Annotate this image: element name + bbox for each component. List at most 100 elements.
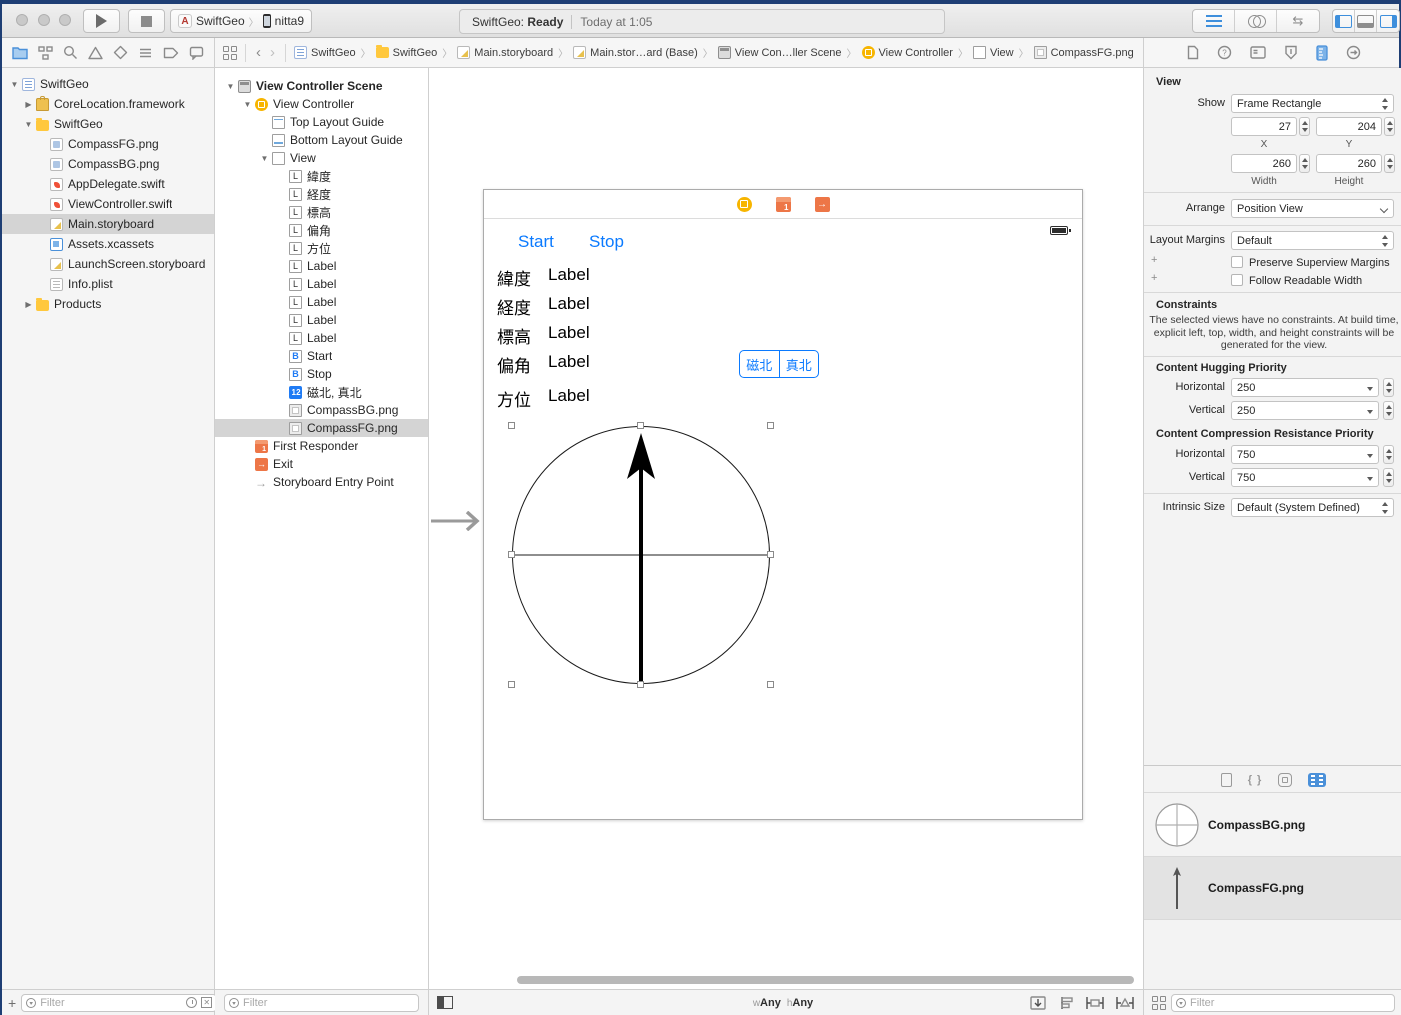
true-north-segment[interactable]: 真北 <box>780 351 819 377</box>
outline-row-label[interactable]: Label <box>215 329 428 347</box>
hugging-horizontal-stepper[interactable] <box>1383 378 1394 397</box>
outline-row-image-view-selected[interactable]: CompassFG.png <box>215 419 428 437</box>
media-library-tab[interactable] <box>1308 773 1326 787</box>
first-responder-icon[interactable] <box>776 197 791 212</box>
add-constraints-icon[interactable] <box>1085 995 1105 1011</box>
outline-row-top-layout-guide[interactable]: Top Layout Guide <box>215 113 428 131</box>
library-filter-field[interactable] <box>1171 994 1395 1012</box>
media-library-item[interactable]: CompassBG.png <box>1144 794 1401 857</box>
outline-row-view-controller[interactable]: View Controller <box>215 95 428 113</box>
breadcrumb-group[interactable]: SwiftGeo <box>376 47 438 59</box>
recent-files-icon[interactable] <box>186 997 197 1008</box>
navigator-row-file[interactable]: CompassBG.png <box>2 154 214 174</box>
storyboard-entry-point-arrow[interactable] <box>431 511 485 531</box>
stop-button[interactable] <box>128 9 165 33</box>
library-filter-input[interactable] <box>1190 997 1390 1009</box>
add-button[interactable]: + <box>8 995 16 1011</box>
navigator-row-file[interactable]: LaunchScreen.storyboard <box>2 254 214 274</box>
resize-handle-top-right[interactable] <box>767 422 774 429</box>
outline-filter-field[interactable] <box>224 994 419 1012</box>
add-constraint-plus[interactable]: + <box>1151 254 1157 266</box>
horizontal-scrollbar[interactable] <box>517 976 1134 984</box>
run-button[interactable] <box>83 9 120 33</box>
root-view[interactable]: Start Stop 緯度 Label 経度 Label 標高 Label 偏角… <box>484 219 1082 819</box>
size-inspector-tab[interactable] <box>1316 45 1328 61</box>
outline-row-segmented-control[interactable]: 磁北, 真北 <box>215 383 428 401</box>
heading-value-label[interactable]: Label <box>548 386 590 406</box>
outline-row-label[interactable]: Label <box>215 275 428 293</box>
outline-row-label[interactable]: Label <box>215 311 428 329</box>
altitude-caption-label[interactable]: 標高 <box>497 323 531 348</box>
connections-inspector-tab[interactable] <box>1346 45 1361 60</box>
outline-row-label[interactable]: 経度 <box>215 185 428 203</box>
resize-handle-top-left[interactable] <box>508 422 515 429</box>
test-navigator-icon[interactable] <box>113 45 128 60</box>
outline-row-entry-point[interactable]: Storyboard Entry Point <box>215 473 428 491</box>
canvas-start-button[interactable]: Start <box>518 232 554 252</box>
hugging-vertical-stepper[interactable] <box>1383 401 1394 420</box>
attributes-inspector-tab[interactable] <box>1284 45 1298 60</box>
view-controller-frame[interactable]: Start Stop 緯度 Label 経度 Label 標高 Label 偏角… <box>483 189 1083 820</box>
disclosure-triangle[interactable] <box>240 100 255 109</box>
longitude-value-label[interactable]: Label <box>548 294 590 314</box>
outline-row-label[interactable]: 方位 <box>215 239 428 257</box>
outline-row-scene[interactable]: View Controller Scene <box>215 77 428 95</box>
declination-caption-label[interactable]: 偏角 <box>497 352 531 377</box>
intrinsic-size-popup[interactable]: Default (System Defined) <box>1231 498 1394 517</box>
layout-margins-popup[interactable]: Default <box>1231 231 1394 250</box>
outline-row-label[interactable]: 標高 <box>215 203 428 221</box>
breadcrumb-image-view[interactable]: CompassFG.png <box>1034 46 1134 59</box>
navigator-row-file[interactable]: CompassFG.png <box>2 134 214 154</box>
navigator-row-file[interactable]: ViewController.swift <box>2 194 214 214</box>
code-snippet-library-tab[interactable]: { } <box>1248 774 1263 786</box>
disclosure-triangle[interactable] <box>21 120 36 129</box>
resolve-auto-layout-icon[interactable] <box>1115 995 1135 1011</box>
x-field[interactable]: 27 <box>1231 117 1297 136</box>
breadcrumb-storyboard[interactable]: Main.storyboard <box>457 46 553 59</box>
library-grid-view-icon[interactable] <box>1152 996 1166 1010</box>
navigator-filter-input[interactable] <box>40 997 182 1009</box>
compression-horizontal-combo[interactable]: 750 <box>1231 445 1379 464</box>
go-back-button[interactable]: ‹ <box>254 45 263 60</box>
related-items-icon[interactable] <box>223 46 237 60</box>
navigator-row-project[interactable]: SwiftGeo <box>2 74 214 94</box>
file-template-library-tab[interactable] <box>1221 773 1232 787</box>
storyboard-canvas[interactable]: Start Stop 緯度 Label 経度 Label 標高 Label 偏角… <box>429 68 1143 989</box>
debug-navigator-icon[interactable] <box>138 46 153 60</box>
navigator-row-framework[interactable]: CoreLocation.framework <box>2 94 214 114</box>
toggle-debug-area-button[interactable] <box>1355 10 1377 32</box>
resize-handle-bottom-left[interactable] <box>508 681 515 688</box>
altitude-value-label[interactable]: Label <box>548 323 590 343</box>
resize-handle-bottom-right[interactable] <box>767 681 774 688</box>
resize-handle-top[interactable] <box>637 422 644 429</box>
exit-icon[interactable] <box>815 197 830 212</box>
symbol-navigator-icon[interactable] <box>38 46 53 60</box>
object-library-tab[interactable] <box>1278 773 1292 787</box>
magnetic-north-segment[interactable]: 磁北 <box>740 351 780 377</box>
breadcrumb-storyboard-base[interactable]: Main.stor…ard (Base) <box>573 46 698 59</box>
outline-row-label[interactable]: 緯度 <box>215 167 428 185</box>
version-editor-button[interactable]: ⇆ <box>1277 10 1319 32</box>
breadcrumb-view[interactable]: View <box>973 46 1014 59</box>
canvas-stop-button[interactable]: Stop <box>589 232 624 252</box>
disclosure-triangle[interactable] <box>223 82 238 91</box>
scheme-selector[interactable]: A SwiftGeo 〉 nitta9 <box>170 9 312 33</box>
go-forward-button[interactable]: › <box>268 45 277 60</box>
resize-handle-bottom[interactable] <box>637 681 644 688</box>
compression-vertical-stepper[interactable] <box>1383 468 1394 487</box>
report-navigator-icon[interactable] <box>189 46 204 60</box>
project-navigator-icon[interactable] <box>12 46 28 60</box>
quick-help-inspector-tab[interactable]: ? <box>1217 45 1232 60</box>
width-field[interactable]: 260 <box>1231 154 1297 173</box>
breakpoint-navigator-icon[interactable] <box>163 47 179 59</box>
align-icon[interactable] <box>1057 995 1075 1011</box>
outline-row-label[interactable]: 偏角 <box>215 221 428 239</box>
disclosure-triangle[interactable] <box>21 100 36 109</box>
outline-row-bottom-layout-guide[interactable]: Bottom Layout Guide <box>215 131 428 149</box>
outline-row-label[interactable]: Label <box>215 293 428 311</box>
close-window-button[interactable] <box>16 14 28 26</box>
embed-in-stack-icon[interactable] <box>1029 995 1047 1011</box>
view-controller-icon[interactable] <box>737 197 752 212</box>
disclosure-triangle[interactable] <box>7 80 22 89</box>
preserve-margins-checkbox[interactable] <box>1231 256 1243 268</box>
